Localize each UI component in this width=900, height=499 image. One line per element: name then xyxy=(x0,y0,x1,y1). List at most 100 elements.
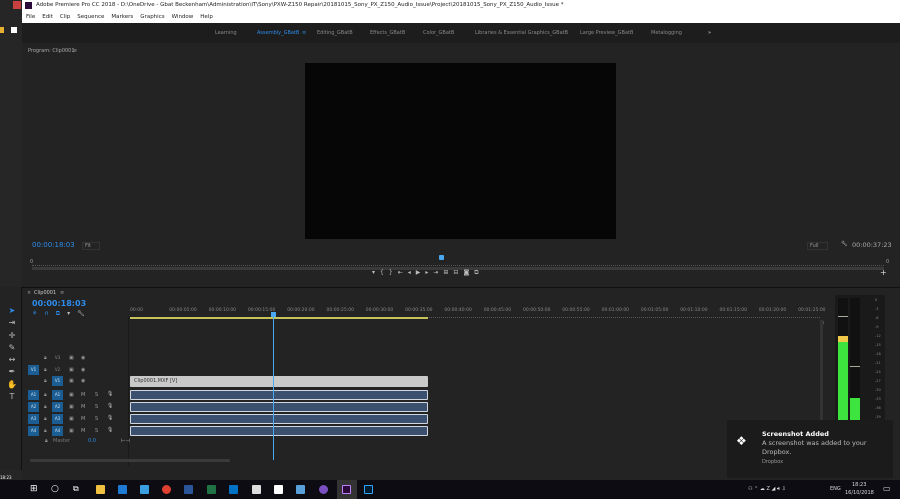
close-icon[interactable] xyxy=(13,1,21,9)
lock-icon[interactable]: 🔒︎ xyxy=(44,404,47,410)
track-select-icon[interactable]: ⇥ xyxy=(7,317,17,329)
resolution-dropdown[interactable]: Full xyxy=(807,242,828,250)
sync-lock-icon[interactable]: ▣ xyxy=(69,378,74,384)
menu-markers[interactable]: Markers xyxy=(111,14,133,20)
mute-button[interactable]: M xyxy=(81,416,85,422)
chrome-icon[interactable] xyxy=(162,485,171,494)
lock-icon[interactable]: 🔒︎ xyxy=(44,428,47,434)
work-area-bar[interactable] xyxy=(130,317,428,319)
time-ruler[interactable] xyxy=(32,260,884,266)
razor-icon[interactable]: ✎ xyxy=(7,342,17,354)
fit-dropdown[interactable]: Fit xyxy=(82,242,100,250)
tab-assembly[interactable]: Assembly_GBatB xyxy=(257,30,299,36)
timeline-timecode[interactable]: 00:00:18:03 xyxy=(32,299,86,308)
step-back-icon[interactable]: ◂ xyxy=(408,269,416,276)
slip-icon[interactable]: ↔ xyxy=(7,354,17,366)
microphone-icon[interactable]: 🎙︎ xyxy=(107,415,113,421)
source-patch[interactable]: A1 xyxy=(28,390,39,400)
tab-libraries[interactable]: Libraries & Essential Graphics_GBatB xyxy=(475,30,568,36)
word-icon[interactable] xyxy=(184,485,193,494)
solo-button[interactable]: S xyxy=(95,404,98,410)
panel-menu-icon[interactable]: ≡ xyxy=(60,290,64,296)
mark-in-icon[interactable]: { xyxy=(380,269,389,276)
lock-icon[interactable]: 🔒︎ xyxy=(45,438,48,444)
tab-color[interactable]: Color_GBatB xyxy=(423,30,454,36)
mute-button[interactable]: M xyxy=(81,404,85,410)
wrench-icon[interactable]: 🔧︎ xyxy=(841,241,847,247)
ie-icon[interactable] xyxy=(140,485,149,494)
track-target[interactable]: A1 xyxy=(52,390,63,400)
selection-tool-icon[interactable]: ➤ xyxy=(7,305,17,317)
track-target[interactable]: A3 xyxy=(52,414,63,424)
compare-icon[interactable]: ⧉ xyxy=(474,269,483,276)
menu-edit[interactable]: Edit xyxy=(42,14,53,20)
app-icon[interactable] xyxy=(319,485,328,494)
camera-icon[interactable]: ◙ xyxy=(463,269,474,276)
tab-metalogging[interactable]: Metalogging xyxy=(651,30,682,36)
microphone-icon[interactable]: 🎙︎ xyxy=(107,427,113,433)
microphone-icon[interactable]: 🎙︎ xyxy=(107,391,113,397)
eye-icon[interactable]: ◉ xyxy=(81,355,85,361)
sync-lock-icon[interactable]: ▣ xyxy=(69,392,74,398)
snap-icon[interactable]: ∩ xyxy=(44,310,55,317)
solo-button[interactable]: S xyxy=(95,392,98,398)
solo-button[interactable]: S xyxy=(95,428,98,434)
timeline-playhead-line[interactable] xyxy=(273,313,274,460)
language-indicator[interactable]: ENG xyxy=(830,486,841,492)
store-icon[interactable] xyxy=(252,485,261,494)
tab-learning[interactable]: Learning xyxy=(215,30,237,36)
edge-icon[interactable] xyxy=(118,485,127,494)
play-icon[interactable]: ▶ xyxy=(416,269,426,276)
microphone-icon[interactable]: 🎙︎ xyxy=(107,403,113,409)
tab-editing[interactable]: Editing_GBatB xyxy=(317,30,353,36)
audio-clip-a2[interactable] xyxy=(130,402,428,412)
lock-icon[interactable]: 🔒︎ xyxy=(44,367,47,373)
sync-lock-icon[interactable]: ▣ xyxy=(69,416,74,422)
lock-icon[interactable]: 🔒︎ xyxy=(44,416,47,422)
lock-icon[interactable]: 🔒︎ xyxy=(44,392,47,398)
start-icon[interactable]: ⊞ xyxy=(30,484,38,494)
go-to-in-icon[interactable]: ⇤ xyxy=(398,269,408,276)
track-target[interactable]: A4 xyxy=(52,426,63,436)
app-icon[interactable] xyxy=(296,485,305,494)
mark-out-icon[interactable]: } xyxy=(389,269,398,276)
track-target[interactable]: A2 xyxy=(52,402,63,412)
more-workspaces-button[interactable]: » xyxy=(708,30,711,36)
settings-wrench-icon[interactable]: 🔧︎ xyxy=(77,310,92,317)
fit-icon[interactable]: ⊢⊣ xyxy=(121,438,130,444)
panel-menu-icon[interactable]: ≡ xyxy=(73,48,77,54)
audio-clip-a4[interactable] xyxy=(130,426,428,436)
source-patch[interactable]: A3 xyxy=(28,414,39,424)
menu-graphics[interactable]: Graphics xyxy=(140,14,164,20)
dropbox-notification[interactable]: ❖ Screenshot Added A screenshot was adde… xyxy=(727,420,893,478)
premiere-taskbar-active[interactable] xyxy=(337,480,357,499)
video-clip[interactable]: Clip0001.MXF [V] xyxy=(130,376,428,387)
sync-lock-icon[interactable]: ▣ xyxy=(69,428,74,434)
track-target[interactable]: V1 xyxy=(52,376,63,386)
source-patch[interactable]: A4 xyxy=(28,426,39,436)
menu-file[interactable]: File xyxy=(26,14,35,20)
tray-icons[interactable]: ⚇ ⌃ ☁ Z ◢ 🔊︎ ⇩ xyxy=(748,486,786,492)
source-patch[interactable]: V1 xyxy=(28,365,39,375)
ripple-edit-icon[interactable]: ✛ xyxy=(7,330,17,342)
photoshop-icon[interactable] xyxy=(364,485,373,494)
extract-icon[interactable]: ⊟ xyxy=(453,269,463,276)
lock-icon[interactable]: 🔒︎ xyxy=(44,355,47,361)
menu-clip[interactable]: Clip xyxy=(60,14,70,20)
clock-date[interactable]: 16/10/2018 xyxy=(845,490,874,496)
program-timecode[interactable]: 00:00:18:03 xyxy=(32,241,75,249)
lock-icon[interactable]: 🔒︎ xyxy=(44,378,47,384)
track-target[interactable]: V2 xyxy=(52,365,63,375)
eye-icon[interactable]: ◉ xyxy=(81,367,85,373)
close-tab-icon[interactable]: × xyxy=(27,290,31,296)
outlook-icon[interactable] xyxy=(229,485,238,494)
menu-help[interactable]: Help xyxy=(200,14,213,20)
sync-lock-icon[interactable]: ▣ xyxy=(69,404,74,410)
tab-large-preview[interactable]: Large Preview_GBatB xyxy=(580,30,633,36)
marker-icon[interactable]: ▾ xyxy=(372,269,380,276)
solo-button[interactable]: S xyxy=(95,416,98,422)
track-target[interactable]: V3 xyxy=(52,353,63,363)
search-icon[interactable]: ○ xyxy=(51,484,59,494)
mail-icon[interactable] xyxy=(274,485,283,494)
workspace-menu-icon[interactable]: ≡ xyxy=(302,30,306,36)
